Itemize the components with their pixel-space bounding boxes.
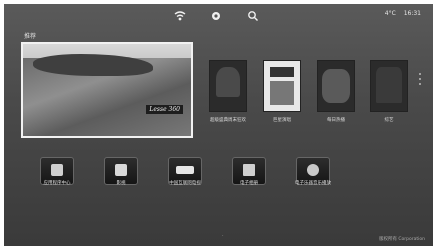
status-area: 4°C 16:31	[379, 10, 421, 17]
video-icon	[115, 164, 127, 176]
poster-4[interactable]	[370, 60, 408, 112]
poster-3-figure	[322, 69, 350, 103]
search-icon[interactable]	[247, 10, 259, 22]
photo-album-label: 电子相册	[240, 181, 258, 186]
footer-copyright: 版权所有 Corporation	[378, 237, 425, 242]
poster-2-caption: 巨星演唱	[273, 118, 291, 123]
clock-text: 16:31	[403, 10, 421, 17]
poster-1-figure	[216, 67, 240, 97]
footer-dot: ·	[222, 233, 224, 239]
poster-2[interactable]	[263, 60, 301, 112]
music-label: 电子乐器音乐播放	[295, 181, 331, 186]
camera-icon	[243, 164, 255, 176]
tv-station-label: 中国互联网电视	[169, 181, 201, 186]
wifi-icon[interactable]	[174, 10, 186, 22]
tv-station-icon	[176, 166, 194, 174]
poster-1[interactable]	[209, 60, 247, 112]
poster-3-caption: 每日热播	[327, 118, 345, 123]
settings-icon[interactable]	[210, 10, 222, 22]
poster-2-block-top	[270, 67, 294, 77]
app-store-label: 应用程序中心	[43, 181, 71, 186]
section-title: 推荐	[24, 33, 37, 40]
app-store-icon	[51, 164, 63, 176]
weather-text: 4°C	[384, 10, 396, 17]
tv-home-screen: 4°C 16:31 推荐 Lesse 360 超级盛典周末狂欢 巨星演唱 每日热…	[4, 4, 433, 246]
poster-1-caption: 超级盛典周末狂欢	[210, 118, 246, 123]
featured-tag: Lesse 360	[146, 105, 183, 114]
music-icon	[307, 164, 319, 176]
poster-4-caption: 综艺	[384, 118, 394, 123]
poster-3[interactable]	[317, 60, 355, 112]
poster-2-block-bottom	[270, 81, 294, 105]
top-status-bar: 4°C 16:31	[4, 4, 433, 26]
poster-4-figure	[376, 67, 402, 103]
pager-dots	[418, 70, 422, 100]
featured-banner[interactable]: Lesse 360	[21, 42, 193, 138]
video-label: 影视	[116, 181, 126, 186]
